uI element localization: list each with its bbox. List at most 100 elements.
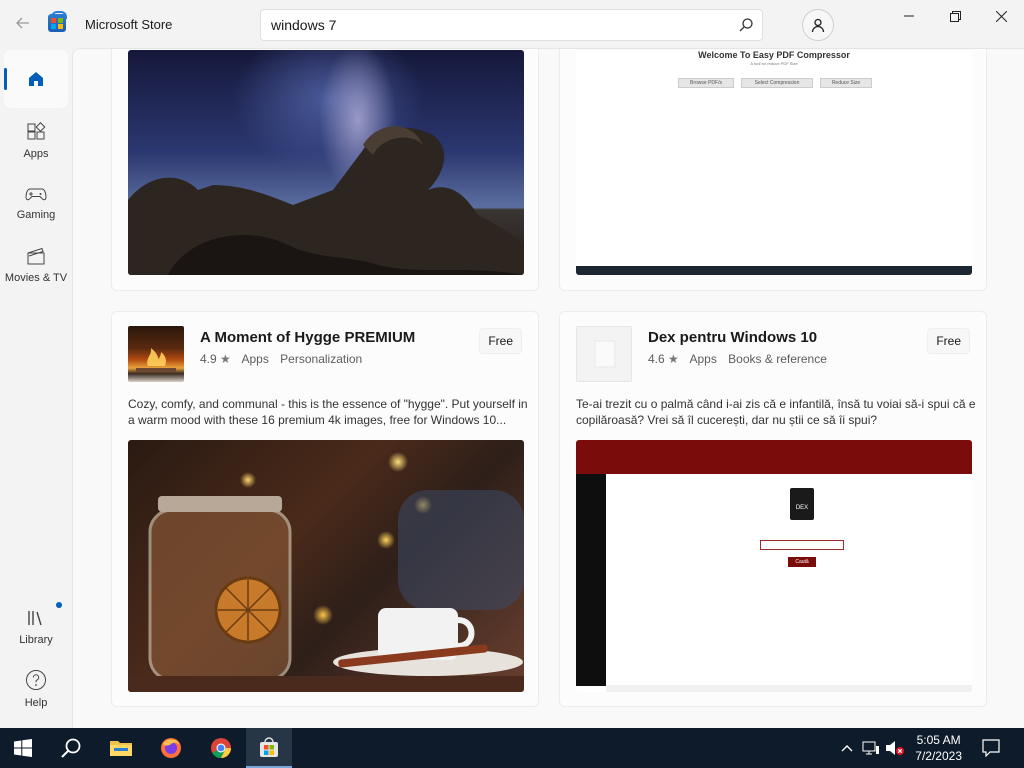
star-icon: ★ [668,352,679,366]
price-button[interactable]: Free [927,328,970,354]
gaming-icon [25,188,47,201]
star-icon: ★ [220,352,231,366]
shot-subtitle: A tool for reduce PDF Size [750,61,798,66]
volume-button[interactable] [884,728,906,768]
screenshot-dex[interactable]: DEX Caută [576,440,972,692]
app-icon [576,326,632,382]
taskbar: 5:05 AM 7/2/2023 [0,728,1024,768]
dex-header [576,440,972,474]
sidebar-item-movies-tv[interactable]: Movies & TV [4,236,68,294]
shot-title: Welcome To Easy PDF Compressor [698,50,850,60]
app-category: Personalization [280,352,363,366]
shot-button: Browse PDF/s [678,78,734,88]
app-type: Apps [241,352,269,366]
file-explorer-button[interactable] [98,728,144,768]
library-icon [28,611,42,626]
app-title: Microsoft Store [85,17,173,32]
app-category: Books & reference [728,352,827,366]
app-name[interactable]: Dex pentru Windows 10 [648,329,817,346]
sidebar-item-apps[interactable]: Apps [4,112,68,170]
volume-muted-icon [886,741,904,755]
shot-taskbar [576,266,972,275]
app-icon [128,326,184,382]
chrome-icon [211,738,231,759]
arrow-left-icon [16,17,29,29]
screenshot-pdf-compressor[interactable]: Welcome To Easy PDF Compressor A tool fo… [576,50,972,275]
minimize-button[interactable] [886,0,932,32]
chevron-up-icon [841,745,853,752]
app-type: Apps [689,352,717,366]
sidebar-item-label: Apps [23,148,49,160]
sidebar-item-help[interactable]: Help [4,660,68,718]
search-box[interactable] [260,9,763,41]
minimize-icon [904,15,914,17]
restore-icon [949,10,961,22]
store-icon [260,737,278,757]
sidebar-item-label: Gaming [16,209,56,221]
sidebar-item-gaming[interactable]: Gaming [4,174,68,232]
screenshot-hygge-jar[interactable] [128,440,524,692]
sidebar-item-home[interactable] [4,50,68,108]
app-card-dex[interactable]: Dex pentru Windows 10 4.6 ★ Apps Books &… [559,311,987,707]
time: 5:05 AM [916,733,961,747]
start-button[interactable] [0,728,46,768]
windows-logo-icon [14,739,32,757]
app-description: Cozy, comfy, and communal - this is the … [128,397,528,427]
dex-logo-icon [594,340,616,368]
search-input[interactable] [261,10,721,40]
notification-icon [982,739,1000,757]
microsoft-store-taskbar-button[interactable] [246,728,292,768]
restore-button[interactable] [932,0,978,32]
app-meta: 4.6 ★ Apps Books & reference [648,352,835,366]
active-indicator [4,68,7,90]
chrome-button[interactable] [198,728,244,768]
notifications-button[interactable] [968,728,1014,768]
search-icon [61,738,81,758]
person-icon [811,18,825,33]
dex-book-logo: DEX [790,488,814,520]
help-icon [26,670,46,690]
back-button[interactable] [8,8,38,38]
store-logo-icon [48,11,67,32]
shot-button: Select Compression [741,78,813,88]
sidebar-item-label: Movies & TV [4,272,68,284]
app-description: Te-ai trezit cu o palmă când i-ai zis că… [576,397,976,427]
dex-search-button: Caută [788,557,816,567]
firefox-icon [161,738,181,758]
movies-icon [27,247,45,265]
account-button[interactable] [802,9,834,41]
search-results: Welcome To Easy PDF Compressor A tool fo… [72,48,1024,728]
date: 7/2/2023 [915,749,962,763]
jar-and-cup-image [128,490,524,692]
app-card-hygge[interactable]: A Moment of Hygge PREMIUM 4.9 ★ Apps Per… [111,311,539,707]
folder-icon [110,741,132,756]
app-meta: 4.9 ★ Apps Personalization [200,352,370,366]
dex-sidebar [576,474,606,686]
close-icon [995,10,1007,22]
sidebar-item-library[interactable]: Library [4,598,68,656]
title-bar: Microsoft Store [0,0,1024,48]
screenshot-milky-way[interactable] [128,50,524,275]
firefox-button[interactable] [148,728,194,768]
dex-footer [606,685,972,692]
app-card-top-left[interactable] [111,49,539,291]
close-button[interactable] [978,0,1024,32]
shot-button: Reduce Size [820,78,872,88]
rating: 4.9 ★ [200,352,231,366]
home-icon [29,72,43,86]
dex-search-field [760,540,844,550]
search-taskbar-button[interactable] [48,728,94,768]
rating: 4.6 ★ [648,352,679,366]
price-button[interactable]: Free [479,328,522,354]
search-icon[interactable] [738,17,754,33]
network-icon [862,741,879,755]
sidebar-item-label: Help [24,697,48,709]
app-card-top-right[interactable]: Welcome To Easy PDF Compressor A tool fo… [559,49,987,291]
microsoft-store-window: Microsoft Store Apps Gaming Movies & TV [0,0,1024,728]
network-button[interactable] [860,728,882,768]
app-name[interactable]: A Moment of Hygge PREMIUM [200,329,415,346]
show-hidden-icons-button[interactable] [836,728,858,768]
clock[interactable]: 5:05 AM 7/2/2023 [915,732,962,764]
sidebar-item-label: Library [19,634,53,646]
notification-badge [56,602,62,608]
